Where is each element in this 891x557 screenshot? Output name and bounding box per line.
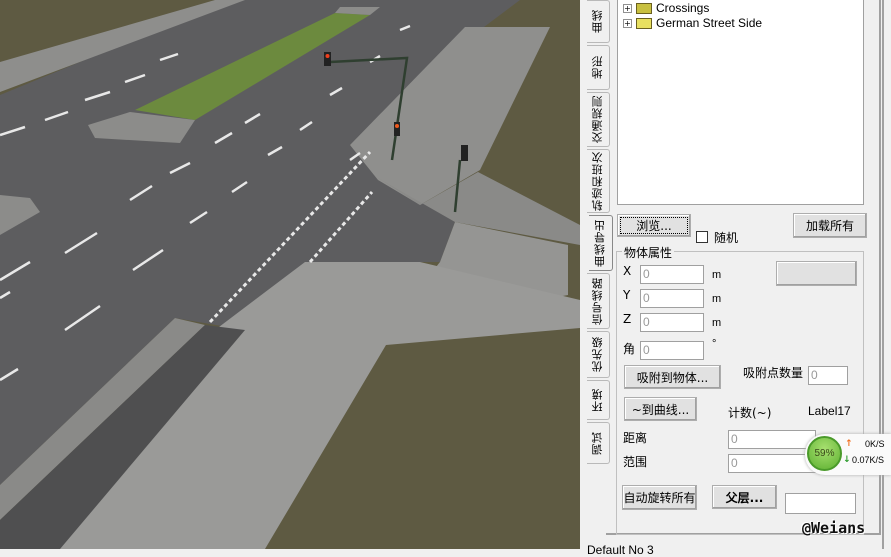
- watermark: @Weians: [802, 519, 866, 537]
- random-label: 随机: [714, 231, 739, 245]
- snap-to-object-button[interactable]: 吸附到物体...: [624, 365, 721, 389]
- z-unit: m: [712, 317, 722, 329]
- snap-count-label: 吸附点数量: [743, 366, 804, 380]
- download-speed: 0.07K/S: [852, 455, 885, 465]
- to-curve-button[interactable]: ~到曲线...: [624, 397, 697, 421]
- distance-field[interactable]: 0: [728, 430, 816, 449]
- parent-layer-button[interactable]: 父层...: [712, 485, 777, 509]
- x-unit: m: [712, 269, 722, 281]
- browse-button[interactable]: 浏览...: [617, 214, 691, 237]
- tree-item[interactable]: + German Street Side: [623, 16, 762, 30]
- group-title: 物体属性: [622, 244, 675, 261]
- angle-field[interactable]: 0: [640, 341, 704, 360]
- angle-label: 角: [623, 342, 636, 356]
- random-checkbox[interactable]: [696, 231, 708, 243]
- memory-percent-circle: 59%: [807, 436, 842, 471]
- 3d-viewport[interactable]: [0, 0, 580, 549]
- blank-button[interactable]: [776, 261, 857, 286]
- tree-item[interactable]: + Crossings: [623, 1, 709, 15]
- x-field[interactable]: 0: [640, 265, 704, 284]
- x-label: X: [623, 264, 632, 278]
- range-field[interactable]: 0: [728, 454, 816, 473]
- load-all-button[interactable]: 加载所有: [793, 213, 867, 238]
- extra-field[interactable]: [785, 493, 856, 514]
- object-tree[interactable]: + Crossings + German Street Side: [617, 0, 864, 205]
- download-arrow-icon: ↓: [843, 455, 851, 465]
- network-widget[interactable]: 59% ↑ 0K/S ↓ 0.07K/S: [805, 434, 891, 475]
- upload-arrow-icon: ↑: [845, 439, 853, 449]
- snap-count-field[interactable]: 0: [808, 366, 848, 385]
- label17: Label17: [808, 404, 851, 418]
- auto-rotate-all-button[interactable]: 自动旋转所有: [622, 485, 697, 510]
- z-label: Z: [623, 312, 632, 326]
- distance-label: 距离: [623, 431, 648, 445]
- z-field[interactable]: 0: [640, 313, 704, 332]
- y-field[interactable]: 0: [640, 289, 704, 308]
- status-text: Default No 3: [587, 543, 654, 557]
- folder-icon: [636, 2, 652, 14]
- range-label: 范围: [623, 455, 648, 469]
- upload-speed: 0K/S: [865, 439, 885, 449]
- angle-unit: °: [712, 338, 717, 350]
- folder-open-icon: [636, 17, 652, 29]
- y-unit: m: [712, 293, 722, 305]
- count-label: 计数(~): [728, 406, 772, 420]
- y-label: Y: [623, 288, 631, 302]
